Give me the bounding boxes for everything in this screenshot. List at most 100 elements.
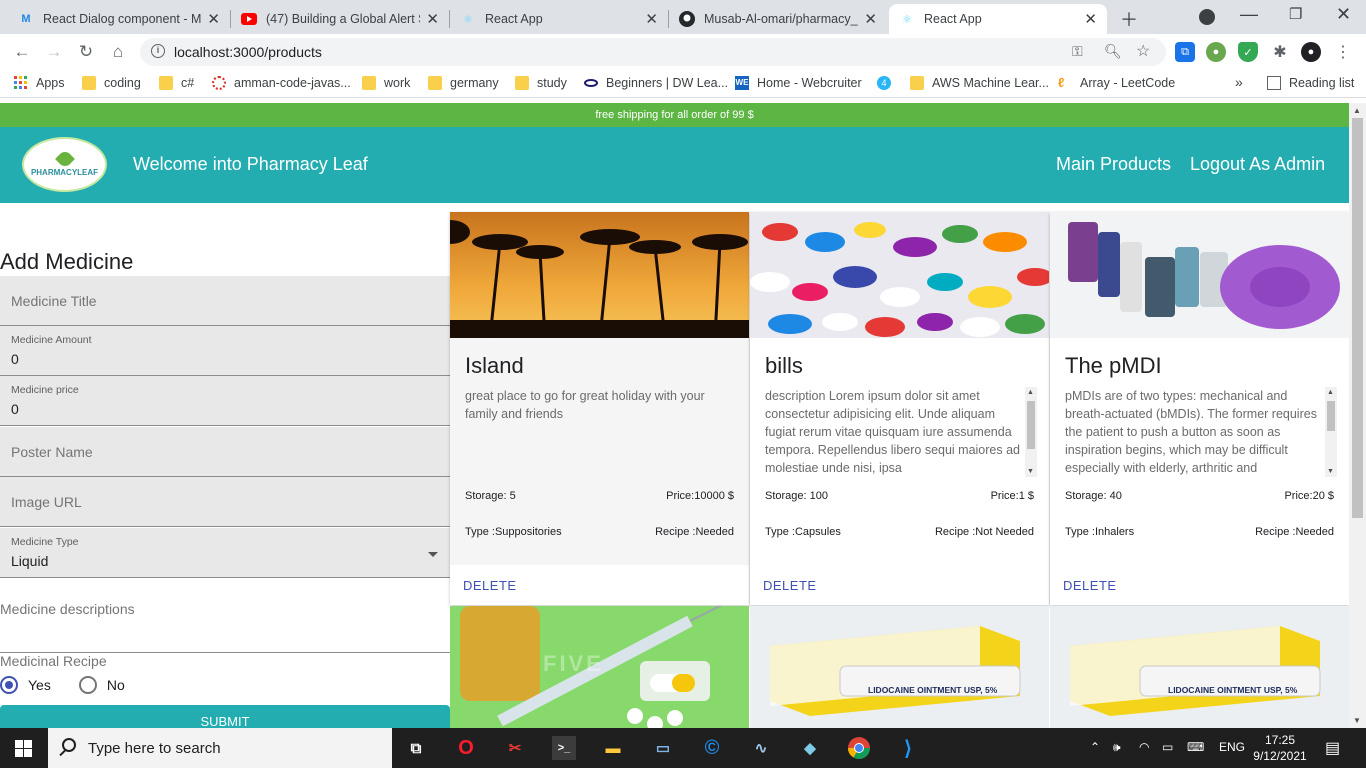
scroll-up-arrow-icon[interactable]: ▲	[1353, 106, 1361, 115]
new-tab-icon[interactable]: ＋	[1120, 6, 1138, 32]
close-tab-icon[interactable]: ✕	[207, 10, 220, 28]
close-tab-icon[interactable]: ✕	[645, 10, 658, 28]
tab-mui-dialog[interactable]: M React Dialog component - Ma ✕	[8, 4, 230, 34]
wifi-icon[interactable]: ◠	[1139, 740, 1149, 754]
reading-list-button[interactable]: Reading list	[1267, 76, 1354, 90]
scroll-down-arrow-icon[interactable]: ▼	[1027, 468, 1034, 475]
scroll-up-arrow-icon[interactable]: ▲	[1327, 389, 1334, 396]
medicine-title-field[interactable]: Medicine Title	[0, 276, 450, 326]
scrollbar-thumb[interactable]	[1027, 401, 1035, 449]
medicine-amount-field[interactable]: Medicine Amount 0	[0, 326, 450, 376]
zoom-icon[interactable]: 🔍︎	[1104, 43, 1122, 60]
delete-button[interactable]: DELETE	[763, 578, 817, 593]
reload-icon[interactable]: ↻	[74, 40, 98, 64]
url-text[interactable]: localhost:3000/products	[174, 44, 322, 60]
recipe-no-radio[interactable]	[78, 676, 97, 694]
back-arrow-icon[interactable]: ←	[10, 40, 34, 64]
bookmark-four[interactable]: 4	[877, 76, 899, 90]
notifications-icon[interactable]: ▤	[1325, 738, 1340, 758]
extensions-puzzle-icon[interactable]: ✱	[1270, 42, 1290, 62]
close-window-icon[interactable]: ✕	[1336, 4, 1351, 25]
battery-icon[interactable]: ▭	[1162, 740, 1173, 754]
menu-dots-icon[interactable]: ⋮	[1333, 42, 1353, 62]
recipe-label: Medicinal Recipe	[0, 653, 107, 669]
tray-chevron-icon[interactable]: ⌃	[1090, 740, 1100, 754]
webcruiter-icon: WE	[735, 76, 749, 90]
keyboard-icon[interactable]: ⌨	[1187, 740, 1204, 754]
minimize-icon[interactable]: —	[1240, 4, 1258, 25]
taskbar-search-box[interactable]: Type here to search	[48, 728, 392, 768]
bookmark-amman-code[interactable]: amman-code-javas...	[212, 76, 351, 90]
page-scrollbar[interactable]: ▲ ▼	[1349, 103, 1366, 728]
product-storage: Storage: 40	[1065, 490, 1122, 502]
image-url-field[interactable]: Image URL	[0, 477, 450, 527]
bookmark-aws[interactable]: AWS Machine Lear...	[910, 76, 1049, 90]
description-placeholder: Medicine descriptions	[0, 601, 135, 617]
scroll-up-arrow-icon[interactable]: ▲	[1027, 389, 1034, 396]
tab-youtube[interactable]: (47) Building a Global Alert Sy ✕	[231, 4, 449, 34]
site-info-icon[interactable]: i	[151, 44, 165, 58]
bookmark-germany[interactable]: germany	[428, 76, 499, 90]
task-view-icon[interactable]: ⧉	[404, 736, 428, 760]
home-icon[interactable]: ⌂	[106, 40, 130, 64]
medicine-price-field[interactable]: Medicine price 0	[0, 376, 450, 426]
medicine-title-placeholder: Medicine Title	[11, 293, 97, 309]
product-title: The pMDI	[1065, 353, 1162, 378]
tab-react-app-active[interactable]: ⚛ React App ✕	[889, 4, 1107, 34]
notes-icon[interactable]: ◆	[798, 736, 822, 760]
bookmark-webcruiter[interactable]: WE Home - Webcruiter	[735, 76, 862, 90]
extension-shield-icon[interactable]: ✓	[1238, 42, 1258, 62]
medicine-type-value: Liquid	[11, 553, 49, 569]
bookmark-coding[interactable]: coding	[82, 76, 141, 90]
scroll-down-arrow-icon[interactable]: ▼	[1353, 716, 1361, 725]
chrome-icon[interactable]	[847, 736, 871, 760]
tab-github[interactable]: Musab-Al-omari/pharmacy_le ✕	[669, 4, 887, 34]
delete-button[interactable]: DELETE	[463, 578, 517, 593]
delete-button[interactable]: DELETE	[1063, 578, 1117, 593]
tab-search-icon[interactable]	[1199, 9, 1215, 25]
profile-avatar[interactable]: ●	[1301, 42, 1321, 62]
medicine-description-field[interactable]: Medicine descriptions	[0, 589, 450, 653]
vscode-icon[interactable]: ⟩	[896, 736, 920, 760]
extension-globe-icon[interactable]: ●	[1206, 42, 1226, 62]
terminal-icon[interactable]: >_	[552, 736, 576, 760]
bookmark-work[interactable]: work	[362, 76, 410, 90]
file-explorer-icon[interactable]: ▬	[601, 736, 625, 760]
tab-react-app-1[interactable]: ⚛ React App ✕	[450, 4, 668, 34]
description-scrollbar[interactable]: ▲ ▼	[1325, 387, 1337, 477]
submit-button[interactable]: SUBMIT	[0, 705, 450, 728]
key-icon[interactable]: ⚿	[1072, 43, 1083, 60]
taskbar-clock[interactable]: 17:25 9/12/2021	[1240, 732, 1320, 764]
maximize-icon[interactable]: ❐	[1289, 5, 1302, 23]
bookmark-dw[interactable]: Beginners | DW Lea...	[584, 76, 728, 90]
opera-icon[interactable]: O	[454, 736, 478, 760]
this-pc-icon[interactable]: ▭	[651, 736, 675, 760]
extension-translate-icon[interactable]: ⧉	[1175, 42, 1195, 62]
address-bar[interactable]: i localhost:3000/products ⚿ 🔍︎ ☆	[140, 38, 1166, 66]
nav-main-products[interactable]: Main Products	[1056, 154, 1171, 175]
description-scrollbar[interactable]: ▲ ▼	[1025, 387, 1037, 477]
resource-monitor-icon[interactable]: ∿	[749, 736, 773, 760]
bookmark-apps[interactable]: Apps	[14, 76, 65, 90]
close-tab-icon[interactable]: ✕	[864, 10, 877, 28]
bookmarks-overflow-button[interactable]: »	[1235, 74, 1243, 90]
bookmark-leetcode[interactable]: ℓ Array - LeetCode	[1058, 76, 1175, 91]
scroll-down-arrow-icon[interactable]: ▼	[1327, 468, 1334, 475]
poster-name-field[interactable]: Poster Name	[0, 427, 450, 477]
close-tab-icon[interactable]: ✕	[1084, 10, 1097, 28]
pharmacy-leaf-logo[interactable]: PHARMACYLEAF	[22, 137, 107, 192]
c-app-icon[interactable]: ©	[700, 736, 724, 760]
windows-start-icon[interactable]	[15, 740, 32, 757]
bookmark-study[interactable]: study	[515, 76, 567, 90]
forward-arrow-icon[interactable]: →	[42, 40, 66, 64]
volume-icon[interactable]: 🕪︎	[1113, 740, 1121, 755]
bookmark-csharp[interactable]: c#	[159, 76, 194, 90]
bookmark-star-icon[interactable]: ☆	[1136, 41, 1150, 61]
nav-logout-admin[interactable]: Logout As Admin	[1190, 154, 1325, 175]
close-tab-icon[interactable]: ✕	[426, 10, 439, 28]
snipping-tool-icon[interactable]: ✂	[503, 736, 527, 760]
scrollbar-thumb[interactable]	[1352, 118, 1363, 518]
medicine-type-select[interactable]: Medicine Type Liquid	[0, 528, 450, 578]
scrollbar-thumb[interactable]	[1327, 401, 1335, 431]
recipe-yes-radio[interactable]	[0, 676, 18, 694]
